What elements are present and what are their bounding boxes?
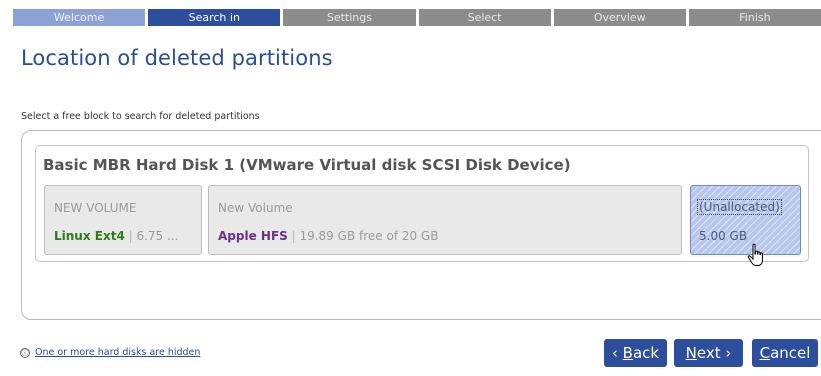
instruction-text: Select a free block to search for delete… [21,111,260,122]
page-title: Location of deleted partitions [21,46,333,70]
cancel-button[interactable]: Cancel [752,339,818,367]
partition-detail: 19.89 GB free of 20 GB [299,229,439,243]
next-label-rest: ext › [696,344,732,362]
cancel-mnemonic: C [759,344,771,362]
partition-info: Linux Ext4 | 6.75 ... [54,229,178,243]
next-mnemonic: N [685,344,697,362]
partition-detail: 6.75 ... [136,229,179,243]
hidden-disks-note: ⓘ One or more hard disks are hidden [20,347,200,358]
step-welcome: Welcome [13,9,146,26]
partition-size: 5.00 GB [699,229,748,243]
step-settings: Settings [283,9,416,26]
cancel-label-rest: ancel [770,344,811,362]
back-mnemonic: B [622,344,633,362]
step-finish: Finish [688,9,821,26]
back-button[interactable]: ‹ Back [604,339,667,367]
partition-name: NEW VOLUME [54,201,137,215]
step-search-in: Search in [148,9,281,26]
step-overview: Overview [553,9,686,26]
filesystem-label: Linux Ext4 [54,229,125,243]
wizard-steps: Welcome Search in Settings Select Overvi… [13,9,821,26]
hand-pointer-cursor-icon [747,243,763,266]
step-select: Select [418,9,551,26]
separator: | [287,229,300,243]
back-prefix: ‹ [611,344,623,362]
partition-name: (Unallocated) [697,199,782,215]
disk-title: Basic MBR Hard Disk 1 (VMware Virtual di… [43,156,571,174]
back-label-rest: ack [632,344,660,362]
separator: | [124,229,137,243]
next-button[interactable]: Next › [674,339,743,367]
filesystem-label: Apple HFS [218,229,288,243]
partition-apple-hfs[interactable]: New Volume Apple HFS | 19.89 GB free of … [208,185,682,255]
hidden-disks-link[interactable]: One or more hard disks are hidden [35,347,200,358]
partition-info: Apple HFS | 19.89 GB free of 20 GB [218,229,438,243]
partition-name: New Volume [218,201,293,215]
partition-linux-ext4[interactable]: NEW VOLUME Linux Ext4 | 6.75 ... [44,185,202,255]
info-icon: ⓘ [20,347,30,358]
